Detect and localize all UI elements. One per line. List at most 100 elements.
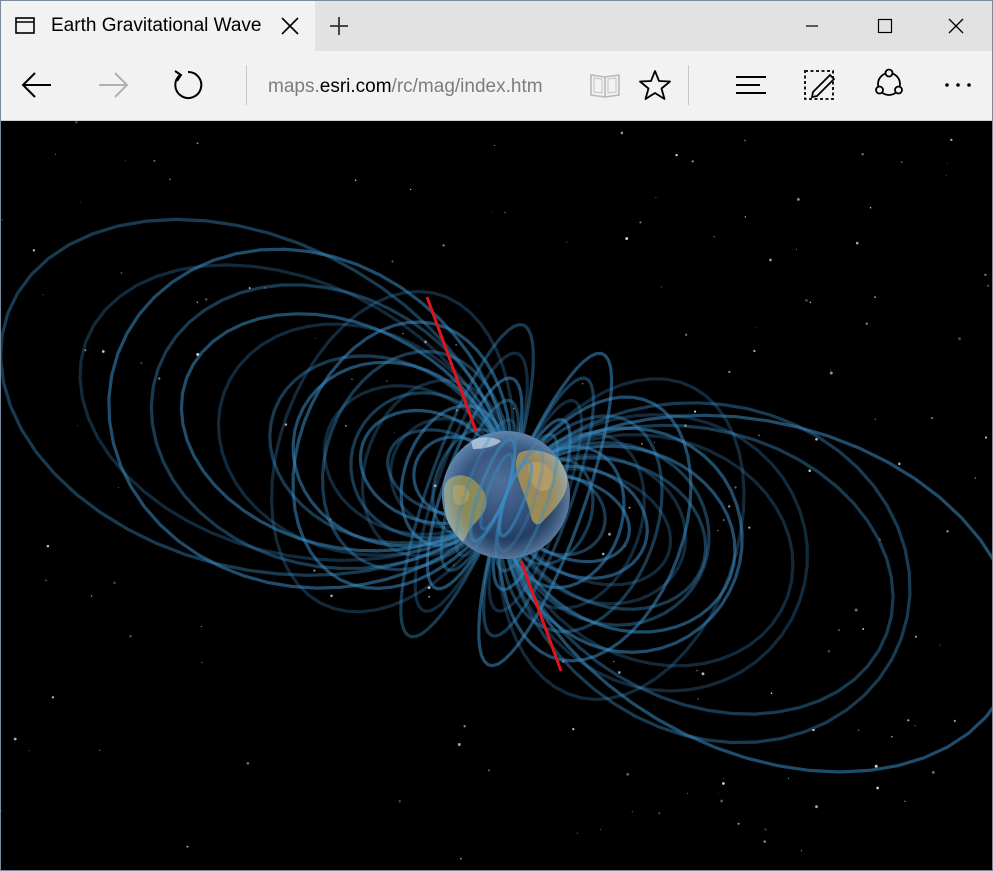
star xyxy=(796,248,797,250)
star xyxy=(984,273,987,277)
url-path: /rc/mag/index.htm xyxy=(391,76,543,97)
star xyxy=(958,337,961,341)
minimize-icon[interactable] xyxy=(776,1,848,51)
star xyxy=(80,201,81,203)
star xyxy=(1,218,4,221)
star xyxy=(626,772,630,776)
back-arrow-icon[interactable] xyxy=(15,63,59,107)
tab-page-icon xyxy=(15,17,35,34)
star xyxy=(42,293,44,296)
maximize-icon[interactable] xyxy=(848,1,920,51)
star xyxy=(640,442,643,445)
star xyxy=(246,762,250,765)
star xyxy=(410,188,412,191)
star xyxy=(599,828,602,831)
star xyxy=(90,595,93,597)
star xyxy=(946,530,949,533)
star xyxy=(313,569,316,572)
star xyxy=(620,131,624,135)
star xyxy=(402,332,404,335)
tab-close-icon[interactable] xyxy=(278,14,302,38)
star xyxy=(862,628,865,630)
star xyxy=(463,725,466,728)
star xyxy=(684,333,688,336)
star xyxy=(946,162,948,164)
share-icon[interactable] xyxy=(867,63,911,107)
star xyxy=(391,260,394,263)
star xyxy=(617,671,621,674)
star xyxy=(153,159,156,162)
star xyxy=(854,608,858,612)
star xyxy=(914,725,916,727)
star xyxy=(829,371,833,375)
star xyxy=(398,799,401,803)
tab-title: Earth Gravitational Wave xyxy=(51,15,262,36)
star xyxy=(32,249,36,252)
star xyxy=(728,370,731,374)
web-content[interactable] xyxy=(1,121,992,870)
star xyxy=(385,380,388,382)
star xyxy=(869,207,872,209)
new-tab-icon[interactable] xyxy=(327,14,351,38)
star xyxy=(687,792,689,795)
star xyxy=(442,244,445,247)
star xyxy=(796,197,800,201)
star xyxy=(315,337,316,339)
star xyxy=(694,410,697,413)
star xyxy=(837,629,841,632)
star xyxy=(754,326,756,328)
star xyxy=(628,506,631,509)
address-bar[interactable]: maps.esri.com/rc/mag/index.htm xyxy=(268,74,560,100)
star xyxy=(494,144,496,147)
star xyxy=(815,805,818,809)
book-icon[interactable] xyxy=(583,63,627,107)
tab-strip: Earth Gravitational Wave xyxy=(1,1,992,51)
star xyxy=(930,416,934,420)
star xyxy=(696,669,699,672)
star xyxy=(655,196,657,199)
star xyxy=(51,696,55,699)
star xyxy=(808,469,811,472)
star xyxy=(46,544,50,548)
navigation-bar: maps.esri.com/rc/mag/index.htm xyxy=(1,51,992,121)
star xyxy=(939,644,941,646)
magnetic-field-scene[interactable] xyxy=(1,121,992,870)
star xyxy=(753,349,756,353)
star xyxy=(974,477,976,479)
star xyxy=(737,822,740,825)
star-icon[interactable] xyxy=(633,63,677,107)
star xyxy=(876,786,879,790)
web-note-icon[interactable] xyxy=(798,63,842,107)
star xyxy=(901,161,903,163)
tab-earth-gravitational-wave[interactable]: Earth Gravitational Wave xyxy=(1,1,315,51)
star xyxy=(487,769,491,772)
hub-icon[interactable] xyxy=(729,63,773,107)
star xyxy=(748,526,751,529)
star xyxy=(354,179,357,182)
star xyxy=(800,850,802,852)
star xyxy=(55,153,56,155)
star xyxy=(728,505,731,508)
more-icon[interactable] xyxy=(936,63,980,107)
star xyxy=(744,139,746,142)
star xyxy=(723,778,725,779)
star xyxy=(931,770,935,774)
star xyxy=(201,661,203,664)
refresh-icon[interactable] xyxy=(166,63,210,107)
star xyxy=(457,743,461,746)
star xyxy=(697,698,699,700)
star xyxy=(410,356,412,357)
star xyxy=(196,142,199,145)
star xyxy=(691,160,694,163)
star xyxy=(718,793,719,795)
star xyxy=(945,174,947,176)
star xyxy=(455,344,457,346)
star xyxy=(158,377,161,380)
window-close-icon[interactable] xyxy=(920,1,992,51)
star xyxy=(124,159,126,161)
star xyxy=(720,799,723,803)
star xyxy=(200,625,203,628)
star xyxy=(428,595,431,598)
forward-arrow-icon[interactable] xyxy=(91,63,135,107)
star xyxy=(13,737,17,741)
